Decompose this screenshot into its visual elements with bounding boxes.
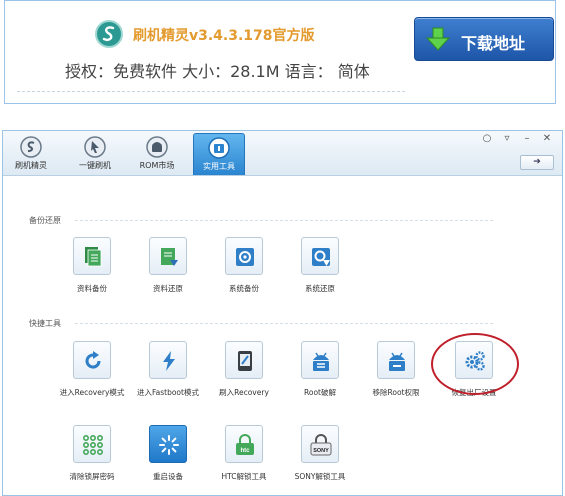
top-toolbar: 刷机精灵 一键刷机 ROM市场 实用工具 ○ ▿ – ✕ ➔ xyxy=(3,131,562,176)
lightning-icon xyxy=(163,351,175,371)
download-banner: 刷机精灵v3.4.3.178官方版 授权：免费软件 大小：28.1M 语言： 简… xyxy=(4,0,556,104)
tool-remove-root[interactable]: 移除Root权限 xyxy=(359,341,433,411)
download-button-label: 下载地址 xyxy=(461,34,526,53)
section-divider xyxy=(75,323,493,324)
pattern-lock-icon xyxy=(82,434,104,456)
download-arrow-icon xyxy=(425,27,451,51)
tool-enter-recovery[interactable]: 进入Recovery模式 xyxy=(55,341,129,411)
system-restore-icon xyxy=(312,248,330,266)
document-copy-icon xyxy=(85,247,102,267)
minimize-icon[interactable]: – xyxy=(521,134,533,144)
shield-s-icon xyxy=(20,136,42,158)
tool-sony-unlock[interactable]: SONY SONY解锁工具 xyxy=(283,425,357,495)
sony-lock-icon: SONY xyxy=(310,434,332,456)
tool-flash-recovery[interactable]: 刷入Recovery xyxy=(207,341,281,411)
banner-divider xyxy=(17,91,405,92)
tab-label: ROM市场 xyxy=(139,161,175,170)
banner-meta: 授权：免费软件 大小：28.1M 语言： 简体 xyxy=(65,62,370,81)
spinner-icon xyxy=(159,435,179,455)
tool-label: 清除锁屏密码 xyxy=(69,472,115,481)
tool-label: 移除Root权限 xyxy=(372,388,420,397)
document-restore-icon xyxy=(161,248,178,266)
section-label-backup: 备份还原 xyxy=(29,216,61,225)
highlight-circle xyxy=(431,333,519,395)
cursor-icon xyxy=(84,136,106,158)
tool-system-restore[interactable]: 系统还原 xyxy=(283,237,357,307)
tab-one-click-flash[interactable]: 一键刷机 xyxy=(69,133,121,175)
section-label-quick-tools: 快捷工具 xyxy=(29,319,61,328)
tool-enter-fastboot[interactable]: 进入Fastboot模式 xyxy=(131,341,205,411)
refresh-icon xyxy=(85,351,101,369)
system-backup-icon xyxy=(236,248,254,266)
feedback-icon[interactable]: ○ xyxy=(481,134,493,144)
tool-label: 重启设备 xyxy=(153,472,183,481)
download-button[interactable]: 下载地址 xyxy=(414,17,554,61)
tool-clear-lock-password[interactable]: 清除锁屏密码 xyxy=(55,425,129,495)
robot-icon xyxy=(146,136,168,158)
close-icon[interactable]: ✕ xyxy=(541,134,553,144)
toolbox-icon xyxy=(208,137,230,159)
tool-label: Root破解 xyxy=(304,388,336,397)
tool-label: 资料备份 xyxy=(77,284,107,293)
tool-data-restore[interactable]: 资料还原 xyxy=(131,237,205,307)
app-window: 刷机精灵 一键刷机 ROM市场 实用工具 ○ ▿ – ✕ ➔ 备份还原 资料备份… xyxy=(2,130,563,496)
tool-label: 系统备份 xyxy=(229,284,259,293)
menu-icon[interactable]: ▿ xyxy=(501,134,513,144)
section-divider xyxy=(75,220,493,221)
tool-label: SONY解锁工具 xyxy=(294,472,346,481)
tab-rom-market[interactable]: ROM市场 xyxy=(131,133,183,175)
tool-label: HTC解锁工具 xyxy=(221,472,267,481)
tool-label: 资料还原 xyxy=(153,284,183,293)
back-button[interactable]: ➔ xyxy=(520,155,554,170)
tab-label: 一键刷机 xyxy=(79,161,111,170)
tool-label: 系统还原 xyxy=(305,284,335,293)
tab-label: 实用工具 xyxy=(203,162,235,171)
tab-utility-tools[interactable]: 实用工具 xyxy=(193,133,245,175)
tool-htc-unlock[interactable]: htc HTC解锁工具 xyxy=(207,425,281,495)
tool-label: 进入Recovery模式 xyxy=(59,388,125,397)
app-logo-icon xyxy=(95,20,123,48)
svg-text:SONY: SONY xyxy=(313,448,329,454)
tool-data-backup[interactable]: 资料备份 xyxy=(55,237,129,307)
tool-reboot-device[interactable]: 重启设备 xyxy=(131,425,205,495)
banner-title: 刷机精灵v3.4.3.178官方版 xyxy=(133,28,315,44)
screenshot: { "banner": { "title": "刷机精灵v3.4.3.178官方… xyxy=(0,0,565,496)
tool-system-backup[interactable]: 系统备份 xyxy=(207,237,281,307)
tool-root[interactable]: Root破解 xyxy=(283,341,357,411)
svg-text:htc: htc xyxy=(241,448,251,454)
android-remove-icon xyxy=(389,352,405,371)
android-root-icon xyxy=(313,352,329,371)
phone-edit-icon xyxy=(238,351,252,371)
tool-label: 进入Fastboot模式 xyxy=(137,388,199,397)
tab-flash-wizard[interactable]: 刷机精灵 xyxy=(5,133,57,175)
tool-label: 刷入Recovery xyxy=(219,388,269,397)
tab-label: 刷机精灵 xyxy=(15,161,47,170)
htc-lock-icon: htc xyxy=(236,434,254,455)
